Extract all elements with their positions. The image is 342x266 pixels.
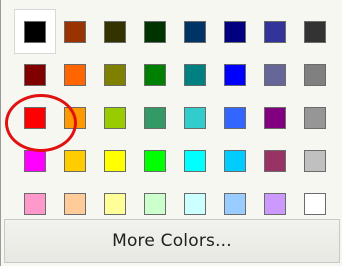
color-swatch[interactable] (24, 192, 46, 215)
color-swatch-cell[interactable] (255, 96, 295, 139)
color-swatch-cell[interactable] (175, 10, 215, 53)
color-swatch-cell[interactable] (295, 139, 335, 182)
palette-row (15, 53, 337, 96)
color-swatch-cell[interactable] (95, 53, 135, 96)
color-swatch-cell[interactable] (55, 96, 95, 139)
palette-row (15, 139, 337, 182)
color-swatch[interactable] (144, 106, 166, 129)
color-swatch[interactable] (24, 149, 46, 172)
color-swatch-cell[interactable] (295, 53, 335, 96)
color-swatch[interactable] (264, 63, 286, 86)
color-swatch[interactable] (104, 20, 126, 43)
color-swatch[interactable] (64, 20, 86, 43)
color-swatch-cell[interactable] (255, 139, 295, 182)
color-swatch[interactable] (64, 149, 86, 172)
color-swatch-cell[interactable] (255, 10, 295, 53)
color-swatch-cell[interactable] (14, 9, 56, 54)
color-swatch[interactable] (144, 149, 166, 172)
color-swatch[interactable] (304, 149, 326, 172)
color-swatch[interactable] (304, 192, 326, 215)
color-swatch[interactable] (264, 192, 286, 215)
color-swatch-cell[interactable] (55, 139, 95, 182)
more-colors-button[interactable]: More Colors... (4, 219, 340, 263)
palette-row (14, 9, 337, 54)
color-swatch-cell[interactable] (175, 53, 215, 96)
palette-row (15, 96, 337, 139)
color-swatch[interactable] (24, 63, 46, 86)
color-swatch-cell[interactable] (15, 139, 55, 182)
color-swatch[interactable] (64, 192, 86, 215)
color-swatch-cell[interactable] (15, 96, 55, 139)
color-swatch-cell[interactable] (255, 53, 295, 96)
color-swatch[interactable] (224, 63, 246, 86)
color-swatch[interactable] (264, 106, 286, 129)
color-swatch-cell[interactable] (175, 96, 215, 139)
color-swatch[interactable] (24, 106, 46, 129)
color-swatch-cell[interactable] (95, 10, 135, 53)
color-swatch-cell[interactable] (295, 96, 335, 139)
color-swatch-cell[interactable] (175, 139, 215, 182)
color-swatch[interactable] (144, 63, 166, 86)
color-grid (14, 9, 337, 225)
color-swatch[interactable] (104, 192, 126, 215)
color-swatch[interactable] (224, 149, 246, 172)
color-swatch-cell[interactable] (55, 53, 95, 96)
more-colors-label: More Colors... (112, 231, 232, 251)
color-swatch[interactable] (224, 106, 246, 129)
color-swatch-cell[interactable] (215, 96, 255, 139)
color-swatch[interactable] (304, 20, 326, 43)
color-swatch[interactable] (304, 106, 326, 129)
color-swatch-cell[interactable] (55, 10, 95, 53)
color-swatch[interactable] (104, 63, 126, 86)
color-swatch-cell[interactable] (215, 139, 255, 182)
color-swatch[interactable] (264, 149, 286, 172)
color-swatch-cell[interactable] (215, 10, 255, 53)
color-swatch[interactable] (64, 106, 86, 129)
color-swatch[interactable] (224, 192, 246, 215)
color-swatch[interactable] (184, 63, 206, 86)
color-swatch-cell[interactable] (135, 139, 175, 182)
color-swatch-cell[interactable] (135, 96, 175, 139)
color-swatch[interactable] (224, 20, 246, 43)
color-swatch[interactable] (184, 106, 206, 129)
color-swatch-cell[interactable] (295, 10, 335, 53)
color-swatch[interactable] (144, 20, 166, 43)
color-palette: More Colors... (0, 0, 342, 266)
color-swatch[interactable] (64, 63, 86, 86)
color-swatch-cell[interactable] (15, 53, 55, 96)
color-swatch[interactable] (24, 20, 46, 43)
color-swatch-cell[interactable] (135, 10, 175, 53)
color-swatch-cell[interactable] (95, 139, 135, 182)
color-swatch[interactable] (184, 149, 206, 172)
color-swatch[interactable] (104, 106, 126, 129)
color-swatch[interactable] (264, 20, 286, 43)
color-swatch-cell[interactable] (95, 96, 135, 139)
color-swatch[interactable] (304, 63, 326, 86)
color-swatch-cell[interactable] (135, 53, 175, 96)
color-swatch-cell[interactable] (215, 53, 255, 96)
color-swatch[interactable] (144, 192, 166, 215)
color-swatch[interactable] (104, 149, 126, 172)
color-swatch[interactable] (184, 20, 206, 43)
color-swatch[interactable] (184, 192, 206, 215)
